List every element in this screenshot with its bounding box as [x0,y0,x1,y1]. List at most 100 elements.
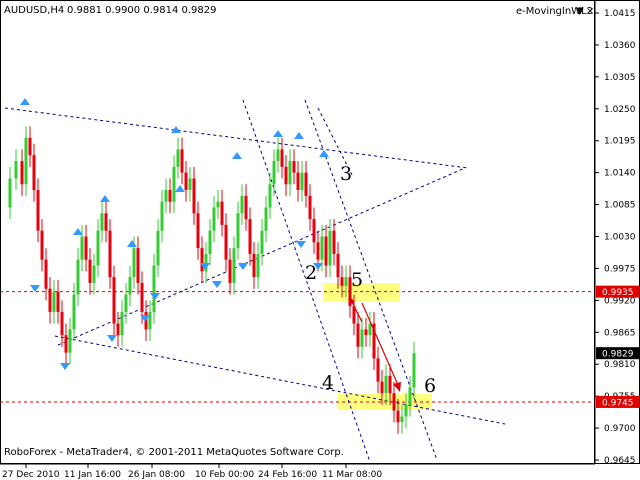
candle-body [336,253,340,278]
candle-body [392,393,396,411]
candle-body [316,242,320,260]
candle-body [36,190,40,231]
candle-body [216,201,220,208]
level-price-tag: 0.9935 [602,288,634,298]
candle-body [28,137,32,156]
candle-body [252,253,256,278]
candle-body [280,149,284,167]
candle-body [328,230,332,266]
close-icon[interactable]: × [586,6,594,17]
candle-body [168,190,172,202]
candle-body [64,335,68,353]
candle-body [344,277,348,286]
candle-body [400,416,404,423]
x-tick-label: 11 Mar 08:00 [322,470,382,480]
x-tick-label: 10 Feb 00:00 [195,470,254,480]
candle-body [312,219,316,243]
candle-body [148,311,152,330]
candle-body [184,172,188,191]
y-tick-label: 0.9810 [604,360,636,370]
candle-body [356,323,360,347]
candle-body [240,195,244,214]
y-tick-label: 1.0305 [604,73,636,83]
candle-body [76,259,80,295]
candle-body [104,213,108,231]
candle-body [296,172,300,191]
candle-body [152,265,156,312]
candle-body [164,190,168,202]
candle-body [128,277,132,295]
candle-body [156,230,160,266]
candle-body [288,161,292,185]
y-tick-label: 0.9865 [604,328,636,338]
candle-body [332,230,336,254]
candle-body [172,166,176,202]
candle-body [212,207,216,231]
copyright-text: RoboForex - MetaTrader4, © 2001-2011 Met… [4,447,344,458]
candle-body [100,213,104,231]
x-tick-label: 11 Jan 16:00 [64,470,121,480]
x-tick-label: 26 Jan 08:00 [128,470,185,480]
candle-body [320,236,324,260]
candle-body [256,253,260,278]
candle-body [136,248,140,283]
candle-body [88,259,92,283]
candle-body [84,236,88,260]
candle-body [160,201,164,231]
candle-body [196,213,200,249]
candle-body [44,259,48,289]
candle-body [396,410,400,423]
candle-body [324,236,328,266]
candle-body [56,291,60,312]
symbol-timeframe: AUDUSD,H4 [4,5,64,16]
candle-body [220,201,224,225]
candle-body [120,311,124,336]
candle-body [408,387,412,405]
candle-body [80,236,84,260]
candle-body [112,277,116,324]
candle-body [340,277,344,286]
collapse-icon[interactable]: ▼ [576,6,584,17]
candle-body [308,195,312,220]
candle-body [384,375,388,394]
candle-body [360,329,364,347]
candle-body [108,230,112,278]
y-tick-label: 1.0195 [604,137,636,147]
level-price-tag: 0.9745 [602,398,634,408]
candle-body [276,149,280,162]
candle-body [236,213,240,249]
candle-body [404,404,408,417]
y-tick-label: 0.9645 [604,456,636,466]
x-tick-label: 27 Dec 2010 [2,470,60,480]
candle-body [180,149,184,173]
candle-body [268,184,272,208]
y-tick-label: 1.0250 [604,105,636,115]
candle-body [116,323,120,336]
wave-label-3: 3 [340,163,352,185]
candle-body [96,230,100,266]
y-tick-label: 1.0415 [604,9,636,19]
candle-body [200,248,204,272]
price-chart[interactable]: 1.0415 1.0360 1.0305 1.0250 1.0195 1.0140 1.00… [0,0,640,480]
wave-label-6: 6 [424,375,436,397]
candle-body [264,207,268,231]
candle-body [228,259,232,283]
y-tick-label: 1.0030 [604,233,636,243]
candle-body [132,248,136,278]
candle-body [48,288,52,312]
candle-body [192,178,196,214]
y-tick-label: 0.9975 [604,264,636,274]
candle-body [388,375,392,394]
y-tick-label: 1.0085 [604,201,636,211]
current-price-tag: 0.9829 [602,350,634,360]
candle-body [20,161,24,185]
candle-body [14,161,18,179]
candle-body [92,265,96,283]
candle-body [72,294,76,330]
candle-body [364,329,368,336]
ohlc-values: 0.9881 0.9900 0.9814 0.9829 [67,5,217,16]
candle-body [40,230,44,260]
candle-body [124,294,128,312]
x-tick-label: 24 Feb 16:00 [258,470,317,480]
candle-body [292,161,296,173]
